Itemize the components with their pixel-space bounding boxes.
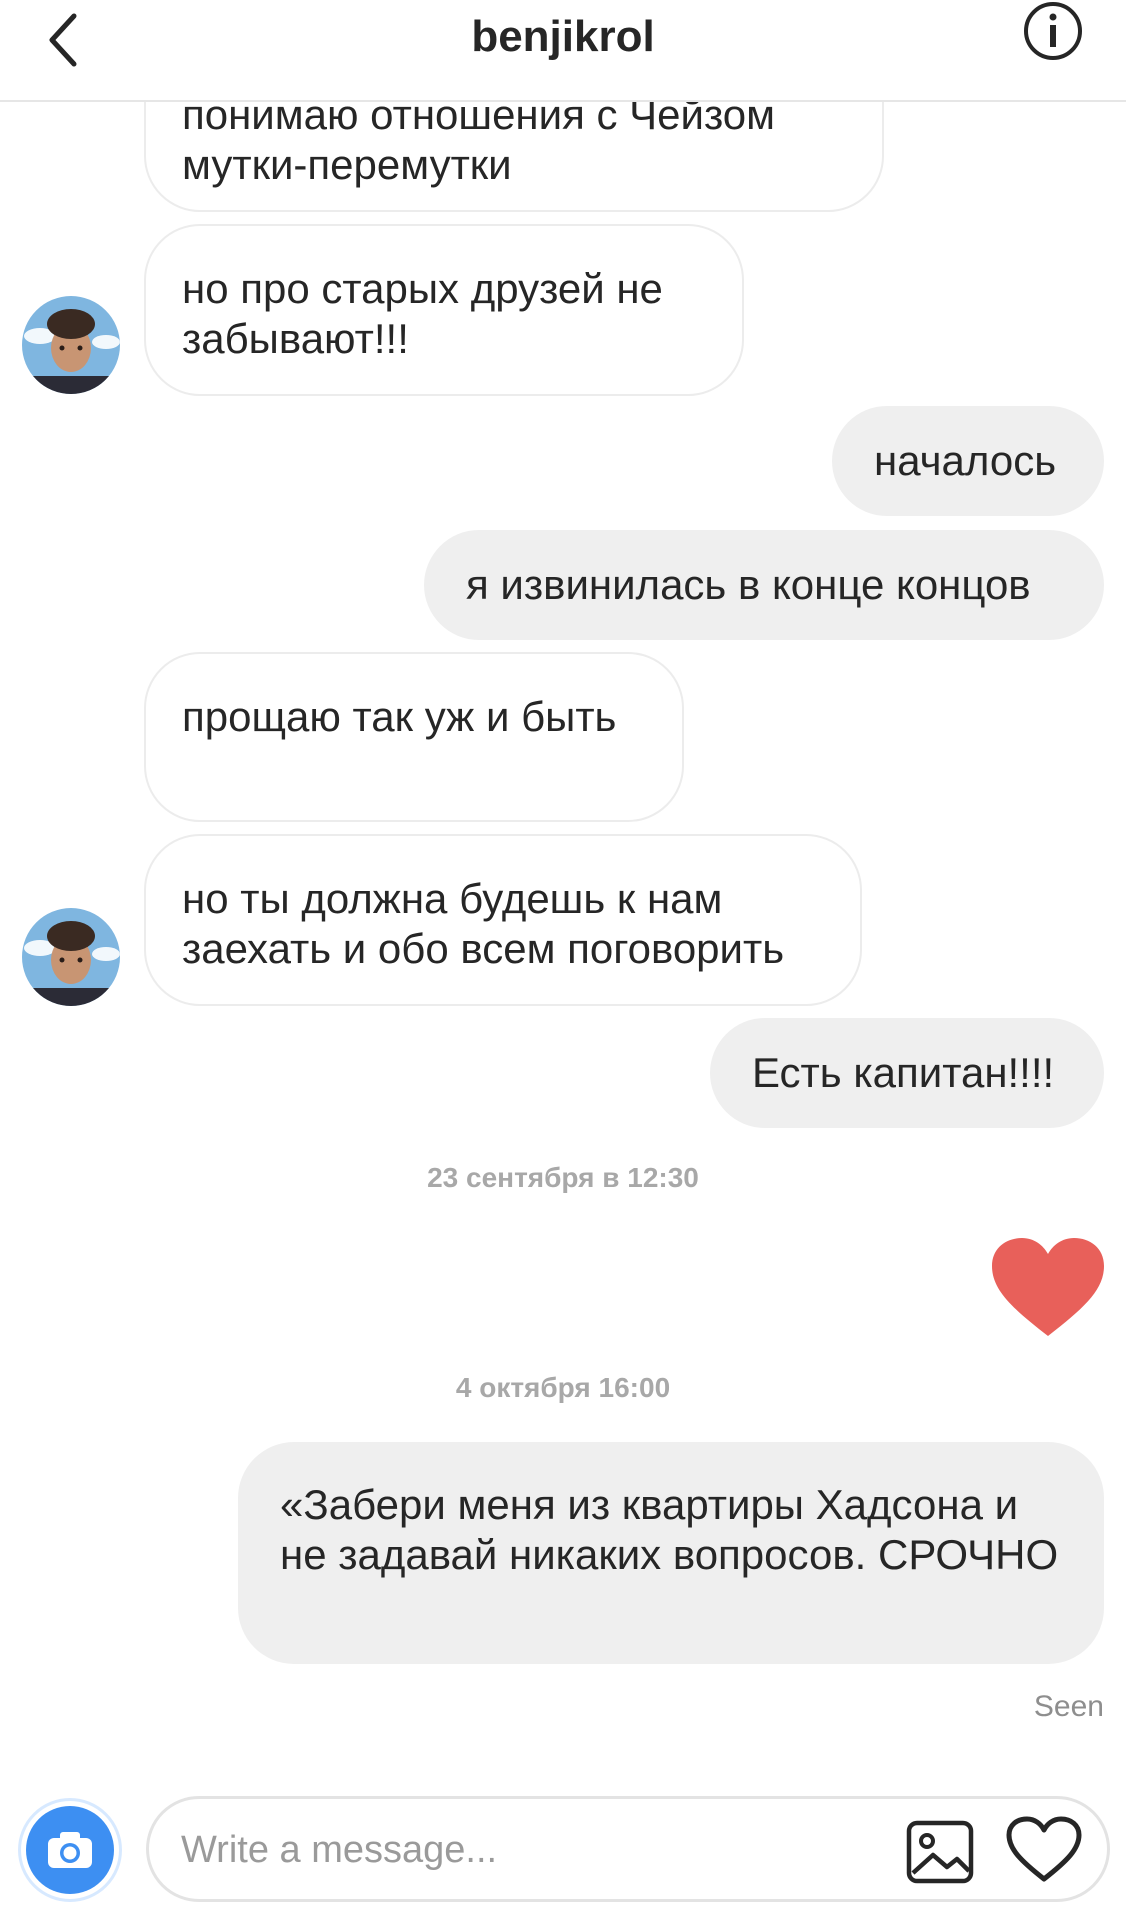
heart-outline-icon[interactable]: [1005, 1815, 1083, 1885]
message-bubble-incoming[interactable]: прощаю так уж и быть: [144, 652, 684, 822]
avatar-image: [22, 296, 120, 394]
heart-icon[interactable]: [990, 1236, 1106, 1340]
message-bubble-outgoing[interactable]: я извинилась в конце концов: [424, 530, 1104, 640]
timestamp: 4 октября 16:00: [455, 1372, 671, 1403]
message-bubble-incoming[interactable]: но про старых друзей не забывают!!!: [144, 224, 744, 396]
avatar[interactable]: [22, 296, 120, 394]
message-text: прощаю так уж и быть: [182, 693, 617, 740]
info-icon[interactable]: [1022, 0, 1084, 62]
chat-title[interactable]: benjikrol: [0, 12, 1126, 62]
timestamp: 23 сентября в 12:30: [427, 1162, 699, 1193]
message-bubble-incoming[interactable]: но ты должна будешь к нам заехать и обо …: [144, 834, 862, 1006]
message-text: Есть капитан!!!!: [752, 1049, 1055, 1096]
camera-icon: [26, 1806, 114, 1894]
seen-status: Seen: [1033, 1690, 1104, 1723]
message-input[interactable]: [179, 1821, 883, 1879]
image-icon[interactable]: [905, 1819, 975, 1885]
message-bubble-outgoing[interactable]: «Забери меня из квартиры Хадсона и не за…: [238, 1442, 1104, 1664]
message-composer: [146, 1796, 1110, 1902]
message-thread[interactable]: понимаю отношения с Чейзом мутки-перемут…: [0, 0, 1126, 1780]
message-text: началось: [874, 437, 1057, 484]
message-text: понимаю отношения с Чейзом мутки-перемут…: [182, 91, 776, 188]
message-bubble-outgoing[interactable]: Есть капитан!!!!: [710, 1018, 1104, 1128]
message-text: я извинилась в конце концов: [466, 561, 1031, 608]
message-text: но про старых друзей не забывают!!!: [182, 265, 663, 362]
message-text: но ты должна будешь к нам заехать и обо …: [182, 875, 785, 972]
message-bubble-outgoing[interactable]: началось: [832, 406, 1104, 516]
chat-header: benjikrol: [0, 0, 1126, 102]
message-text: «Забери меня из квартиры Хадсона и не за…: [280, 1481, 1059, 1578]
avatar-image: [22, 908, 120, 1006]
camera-button[interactable]: [18, 1798, 122, 1902]
avatar[interactable]: [22, 908, 120, 1006]
